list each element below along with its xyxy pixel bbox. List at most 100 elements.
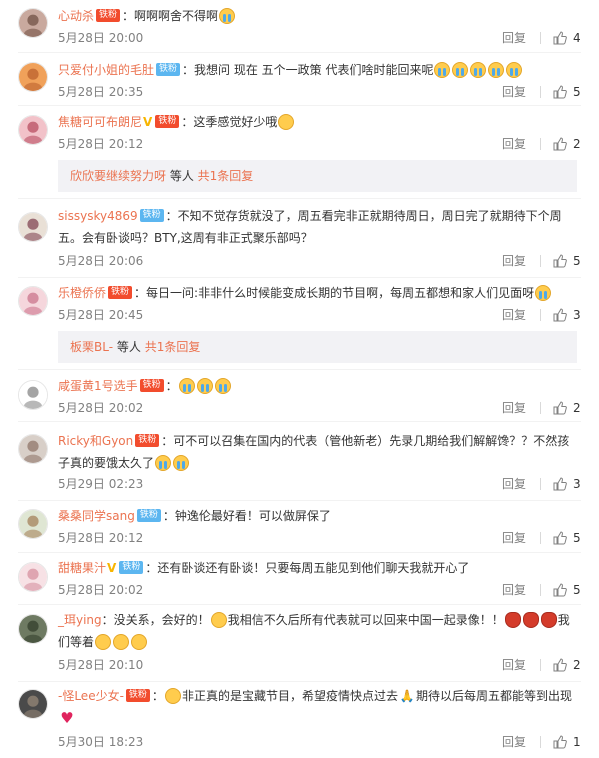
comment-body: ：这季感觉好少哦 xyxy=(181,115,278,129)
tiefen-badge: 铁粉 xyxy=(136,509,161,522)
reply-button[interactable]: 回复 xyxy=(502,733,526,751)
comment-timestamp: 5月30日 18:23 xyxy=(58,735,144,749)
reply-button[interactable]: 回复 xyxy=(502,306,526,324)
comment-actions: 回复 2 xyxy=(502,399,581,417)
comment-actions: 回复 5 xyxy=(502,529,581,547)
reply-button[interactable]: 回复 xyxy=(502,656,526,674)
action-divider xyxy=(540,532,541,544)
username-link[interactable]: 甜糖果汁 xyxy=(58,561,106,575)
avatar[interactable] xyxy=(18,286,48,316)
like-button[interactable]: 5 xyxy=(553,83,581,101)
comment-body: ： xyxy=(151,689,164,703)
comment-actions: 回复 1 xyxy=(502,733,581,751)
avatar[interactable] xyxy=(18,62,48,92)
thumbs-up-icon xyxy=(553,254,567,268)
comment-actions: 回复 5 xyxy=(502,252,581,270)
username-link[interactable]: 乐橙侨侨 xyxy=(58,286,106,300)
comment-timestamp: 5月28日 20:45 xyxy=(58,308,144,322)
avatar[interactable] xyxy=(18,614,48,644)
comment-divider xyxy=(18,500,581,501)
reply-button[interactable]: 回复 xyxy=(502,399,526,417)
heart-icon: ♥ xyxy=(60,708,74,727)
view-replies-link[interactable]: 共1条回复 xyxy=(198,169,254,183)
comment-divider xyxy=(18,105,581,106)
thumbs-up-icon xyxy=(553,85,567,99)
grinning-face-icon xyxy=(210,611,227,628)
like-button[interactable]: 2 xyxy=(553,399,581,417)
reply-button[interactable]: 回复 xyxy=(502,252,526,270)
username-link[interactable]: _珥ying xyxy=(58,613,102,627)
crying-face-icon xyxy=(535,284,552,301)
reply-button[interactable]: 回复 xyxy=(502,29,526,47)
verified-v-icon: V xyxy=(107,561,117,575)
reply-button[interactable]: 回复 xyxy=(502,135,526,153)
username-link[interactable]: sissysky4869 xyxy=(58,209,138,223)
like-button[interactable]: 5 xyxy=(553,252,581,270)
verified-v-icon: V xyxy=(143,115,153,129)
comment-meta: 5月28日 20:10 回复 2 xyxy=(58,656,581,674)
username-link[interactable]: 咸蛋黄1号选手 xyxy=(58,379,138,393)
comment-meta: 5月28日 20:00 回复 4 xyxy=(58,29,581,47)
reply-button[interactable]: 回复 xyxy=(502,83,526,101)
avatar[interactable] xyxy=(18,115,48,145)
like-button[interactable]: 4 xyxy=(553,29,581,47)
action-divider xyxy=(540,86,541,98)
username-link[interactable]: -怪Lee少女- xyxy=(58,689,124,703)
like-button[interactable]: 3 xyxy=(553,306,581,324)
username-link[interactable]: Ricky和Gyon xyxy=(58,434,133,448)
avatar[interactable] xyxy=(18,434,48,464)
comment-body: 我相信不久后所有代表就可以回来中国一起录像！！ xyxy=(227,613,504,627)
like-button[interactable]: 3 xyxy=(553,475,581,493)
like-button[interactable]: 2 xyxy=(553,135,581,153)
avatar[interactable] xyxy=(18,212,48,242)
comment-meta: 5月28日 20:45 回复 3 xyxy=(58,306,581,324)
like-count: 5 xyxy=(573,85,581,99)
hot-pot-icon xyxy=(540,611,557,628)
avatar[interactable] xyxy=(18,8,48,38)
comment-actions: 回复 3 xyxy=(502,475,581,493)
face-emoji-icon xyxy=(278,113,295,130)
comment-actions: 回复 2 xyxy=(502,656,581,674)
avatar[interactable] xyxy=(18,562,48,592)
like-button[interactable]: 5 xyxy=(553,529,581,547)
crying-face-icon xyxy=(196,377,213,394)
like-count: 5 xyxy=(573,531,581,545)
avatar[interactable] xyxy=(18,509,48,539)
username-link[interactable]: 桑桑同学sang xyxy=(58,509,135,523)
username-link[interactable]: 只爱付小姐的毛肚 xyxy=(58,63,154,77)
comment-body: ：钟逸伦最好看！可以做屏保了 xyxy=(162,509,331,523)
avatar[interactable] xyxy=(18,689,48,719)
comment-body: ： xyxy=(165,379,178,393)
username-link[interactable]: 焦糖可可布朗尼 xyxy=(58,115,142,129)
sub-reply-text: 等人 xyxy=(113,340,145,354)
like-button[interactable]: 1 xyxy=(553,733,581,751)
action-divider xyxy=(540,584,541,596)
avatar[interactable] xyxy=(18,380,48,410)
username-link[interactable]: 心动杀 xyxy=(58,9,94,23)
action-divider xyxy=(540,659,541,671)
hot-pot-icon xyxy=(522,611,539,628)
comment-text: sissysky4869 铁粉 ：不知不觉存货就没了，周五看完非正就期待周日，周日完… xyxy=(58,205,580,249)
reply-button[interactable]: 回复 xyxy=(502,581,526,599)
fan-level-badge: 铁粉 xyxy=(155,115,180,128)
comment-body: ：啊啊啊舍不得啊 xyxy=(122,9,219,23)
reply-button[interactable]: 回复 xyxy=(502,475,526,493)
like-button[interactable]: 5 xyxy=(553,581,581,599)
thumbs-up-icon xyxy=(553,308,567,322)
face-emoji-icon xyxy=(113,633,130,650)
fan-level-badge: 铁粉 xyxy=(139,379,164,392)
comment-body: ：没关系，会好的！ xyxy=(101,613,210,627)
hot-pot-icon xyxy=(504,611,521,628)
view-replies-link[interactable]: 共1条回复 xyxy=(145,340,201,354)
sub-reply-text: 等人 xyxy=(166,169,198,183)
sub-reply-username[interactable]: 板栗BL- xyxy=(70,340,113,354)
comment-meta: 5月28日 20:35 回复 5 xyxy=(58,83,581,101)
sub-reply-username[interactable]: 欣欣要继续努力呀 xyxy=(70,169,166,183)
thumbs-up-icon xyxy=(553,477,567,491)
fan-level-badge: 铁粉 xyxy=(135,434,160,447)
reply-button[interactable]: 回复 xyxy=(502,529,526,547)
like-button[interactable]: 2 xyxy=(553,656,581,674)
comment-timestamp: 5月28日 20:00 xyxy=(58,31,144,45)
face-emoji-icon xyxy=(95,633,112,650)
like-count: 2 xyxy=(573,137,581,151)
